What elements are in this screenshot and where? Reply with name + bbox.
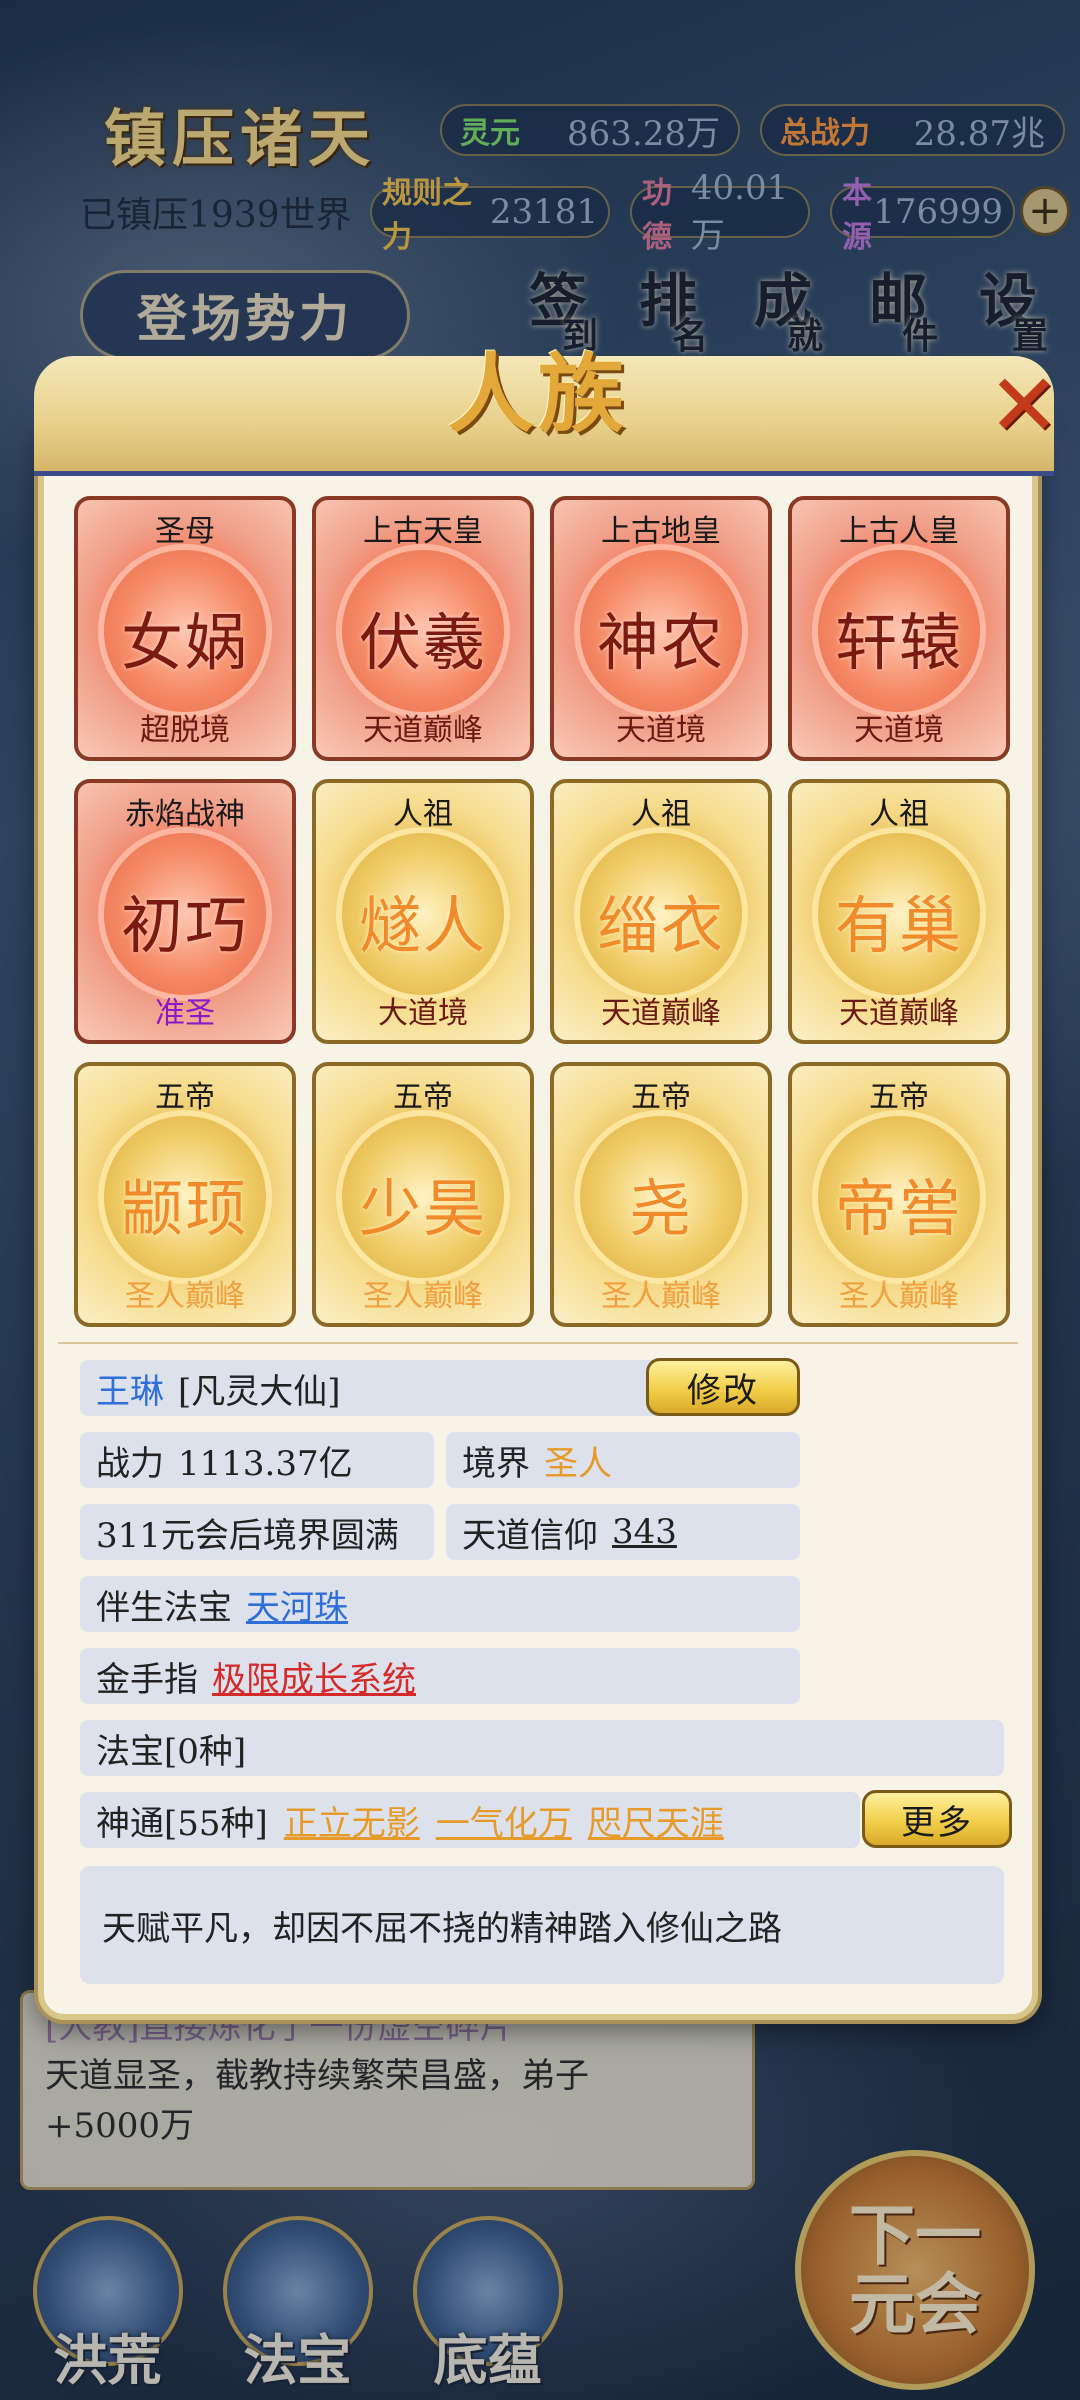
character-rank: [凡灵大仙]: [178, 1371, 341, 1412]
modal-title: 人族: [448, 343, 628, 445]
card-realm: 天道巅峰: [601, 996, 721, 1031]
card-title: 人祖: [869, 797, 929, 832]
card-realm: 圣人巅峰: [839, 1279, 959, 1314]
realm-value: 圣人: [544, 1443, 612, 1484]
skill-link[interactable]: 咫尺天涯: [588, 1796, 724, 1845]
card-title: 赤焰战神: [125, 797, 245, 832]
treasure-label: 伴生法宝: [96, 1587, 232, 1628]
skill-link[interactable]: 一气化万: [436, 1796, 572, 1845]
character-card[interactable]: 五帝 少昊 圣人巅峰: [312, 1062, 534, 1327]
card-realm: 超脱境: [140, 713, 230, 748]
divider: [58, 1342, 1018, 1344]
finger-label: 金手指: [96, 1659, 198, 1700]
card-name: 初巧: [120, 889, 249, 962]
character-name-row: 王琳 [凡灵大仙]: [80, 1360, 680, 1416]
faith-label: 天道信仰: [462, 1515, 598, 1556]
card-realm: 大道境: [378, 996, 468, 1031]
character-card[interactable]: 上古人皇 轩辕 天道境: [788, 496, 1010, 761]
more-skills-button[interactable]: 更多: [862, 1790, 1012, 1848]
magic-items-label: 法宝[0种]: [96, 1731, 247, 1772]
character-card[interactable]: 人祖 缁衣 天道巅峰: [550, 779, 772, 1044]
close-icon[interactable]: ✕: [984, 356, 1064, 456]
card-name: 缁衣: [596, 889, 725, 962]
card-realm: 准圣: [155, 996, 215, 1031]
character-card[interactable]: 上古天皇伏羲天道巅峰: [312, 496, 534, 761]
character-grid: 圣母 女娲 超脱境 上古天皇 伏羲 天道巅峰 上古地皇 神农 天道境 上古人皇 轩辕 天道境 赤焰战神初…: [74, 496, 1010, 1327]
card-name: 有巢: [834, 889, 963, 962]
card-name: 女娲: [120, 606, 249, 679]
power-label: 战力: [96, 1443, 164, 1484]
card-realm: 天道境: [616, 713, 706, 748]
card-realm: 天道巅峰: [839, 996, 959, 1031]
card-title: 五帝: [869, 1080, 929, 1115]
card-name: 轩辕: [834, 606, 963, 679]
character-card[interactable]: 赤焰战神 初巧 准圣: [74, 779, 296, 1044]
realm-countdown: 311元会后境界圆满: [96, 1515, 399, 1556]
card-title: 五帝: [631, 1080, 691, 1115]
card-name: 少昊: [358, 1172, 487, 1245]
character-card[interactable]: 人祖 燧人 大道境: [312, 779, 534, 1044]
card-realm: 圣人巅峰: [363, 1279, 483, 1314]
card-name: 燧人: [358, 889, 487, 962]
skills-row: 神通[55种] 正立无影 一气化万 咫尺天涯: [80, 1792, 860, 1848]
character-card[interactable]: 五帝 帝喾 圣人巅峰: [788, 1062, 1010, 1327]
finger-link[interactable]: 极限成长系统: [212, 1652, 416, 1701]
card-title: 上古人皇: [839, 514, 959, 549]
card-name: 帝喾: [834, 1172, 963, 1245]
realm-row: 境界 圣人: [446, 1432, 800, 1488]
treasure-link[interactable]: 天河珠: [246, 1580, 348, 1629]
magic-items-row: 法宝[0种]: [80, 1720, 1004, 1776]
card-realm: 天道境: [854, 713, 944, 748]
treasure-row: 伴生法宝 天河珠: [80, 1576, 800, 1632]
character-description: 天赋平凡，却因不屈不挠的精神踏入修仙之路: [80, 1866, 1004, 1984]
card-name: 伏羲: [358, 606, 487, 679]
card-realm: 天道巅峰: [363, 713, 483, 748]
countdown-row: 311元会后境界圆满: [80, 1504, 434, 1560]
card-title: 圣母: [155, 514, 215, 549]
card-title: 人祖: [631, 797, 691, 832]
card-title: 上古天皇: [363, 514, 483, 549]
card-name: 神农: [596, 606, 725, 679]
skills-label: 神通[55种]: [96, 1803, 268, 1844]
card-name: 颛顼: [120, 1172, 249, 1245]
card-title: 人祖: [393, 797, 453, 832]
faith-value[interactable]: 343: [612, 1512, 677, 1552]
card-title: 五帝: [155, 1080, 215, 1115]
character-name: 王琳: [96, 1371, 164, 1412]
realm-label: 境界: [462, 1443, 530, 1484]
character-card[interactable]: 五帝尧圣人巅峰: [550, 1062, 772, 1327]
character-card[interactable]: 五帝 颛顼 圣人巅峰: [74, 1062, 296, 1327]
character-card[interactable]: 上古地皇 神农 天道境: [550, 496, 772, 761]
character-card[interactable]: 圣母 女娲 超脱境: [74, 496, 296, 761]
card-realm: 圣人巅峰: [125, 1279, 245, 1314]
edit-name-button[interactable]: 修改: [646, 1358, 800, 1416]
power-row: 战力 1113.37亿: [80, 1432, 434, 1488]
card-title: 五帝: [393, 1080, 453, 1115]
card-name: 尧: [628, 1172, 693, 1245]
golden-finger-row: 金手指 极限成长系统: [80, 1648, 800, 1704]
card-title: 上古地皇: [601, 514, 721, 549]
race-modal: 人族 ✕ 圣母 女娲 超脱境 上古天皇 伏羲 天道巅峰 上古地皇 神农 天道境 上古人皇 轩辕 天道境…: [34, 344, 1060, 2020]
skill-link[interactable]: 正立无影: [284, 1796, 420, 1845]
character-card[interactable]: 人祖 有巢 天道巅峰: [788, 779, 1010, 1044]
card-realm: 圣人巅峰: [601, 1279, 721, 1314]
faith-row: 天道信仰 343: [446, 1504, 800, 1560]
power-value: 1113.37亿: [178, 1443, 353, 1484]
